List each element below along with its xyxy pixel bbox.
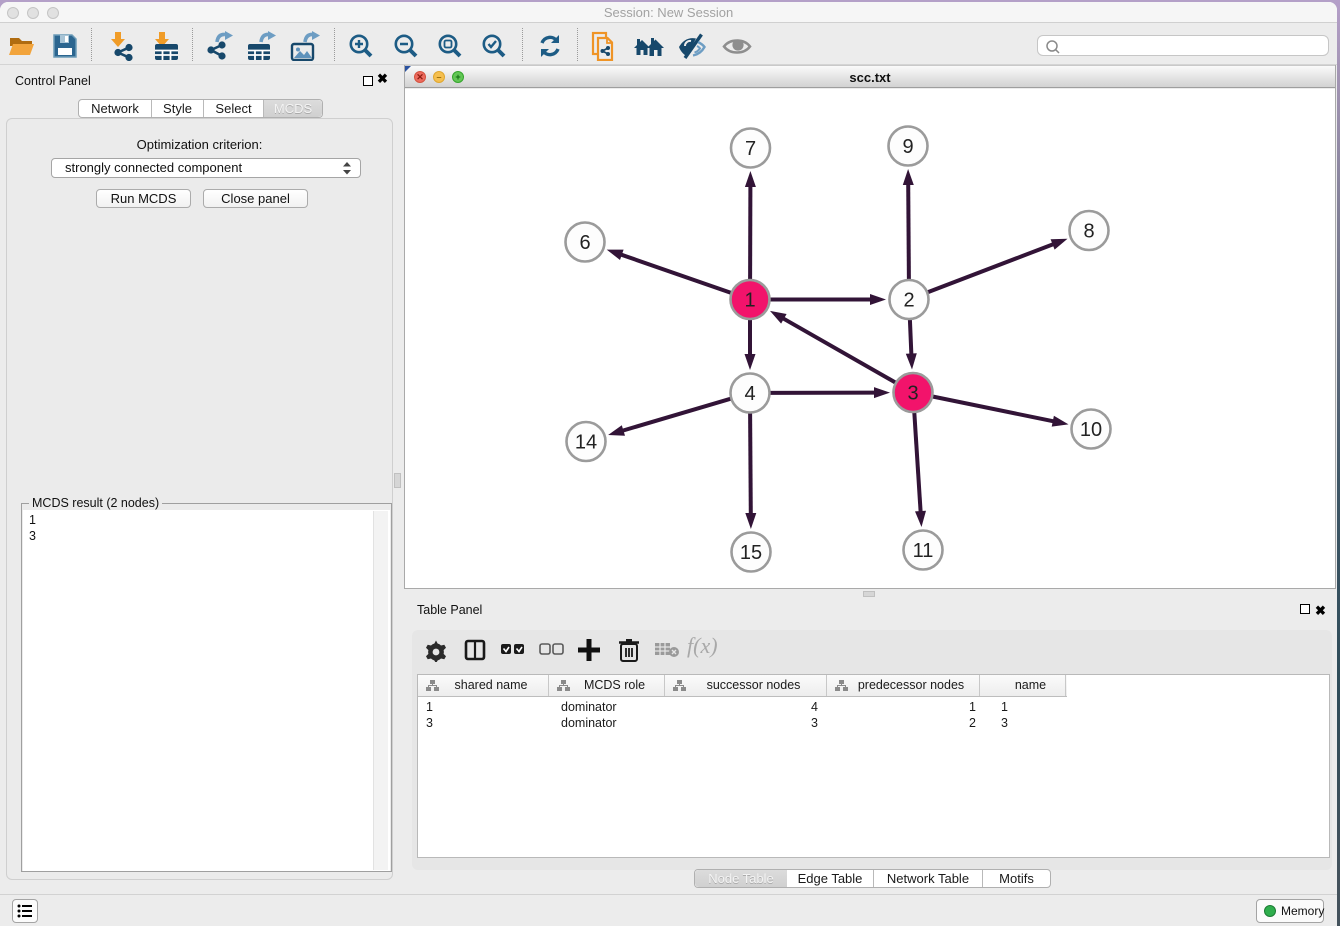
svg-text:3: 3 bbox=[907, 383, 918, 405]
svg-text:14: 14 bbox=[575, 432, 597, 454]
svg-text:4: 4 bbox=[744, 383, 755, 405]
svg-text:9: 9 bbox=[902, 136, 913, 158]
svg-text:10: 10 bbox=[1080, 419, 1102, 441]
svg-text:11: 11 bbox=[913, 540, 934, 562]
svg-text:15: 15 bbox=[740, 542, 762, 564]
svg-text:7: 7 bbox=[745, 138, 756, 160]
svg-text:6: 6 bbox=[579, 232, 590, 254]
svg-text:2: 2 bbox=[903, 290, 914, 312]
svg-text:1: 1 bbox=[744, 290, 755, 312]
svg-text:8: 8 bbox=[1083, 221, 1094, 243]
